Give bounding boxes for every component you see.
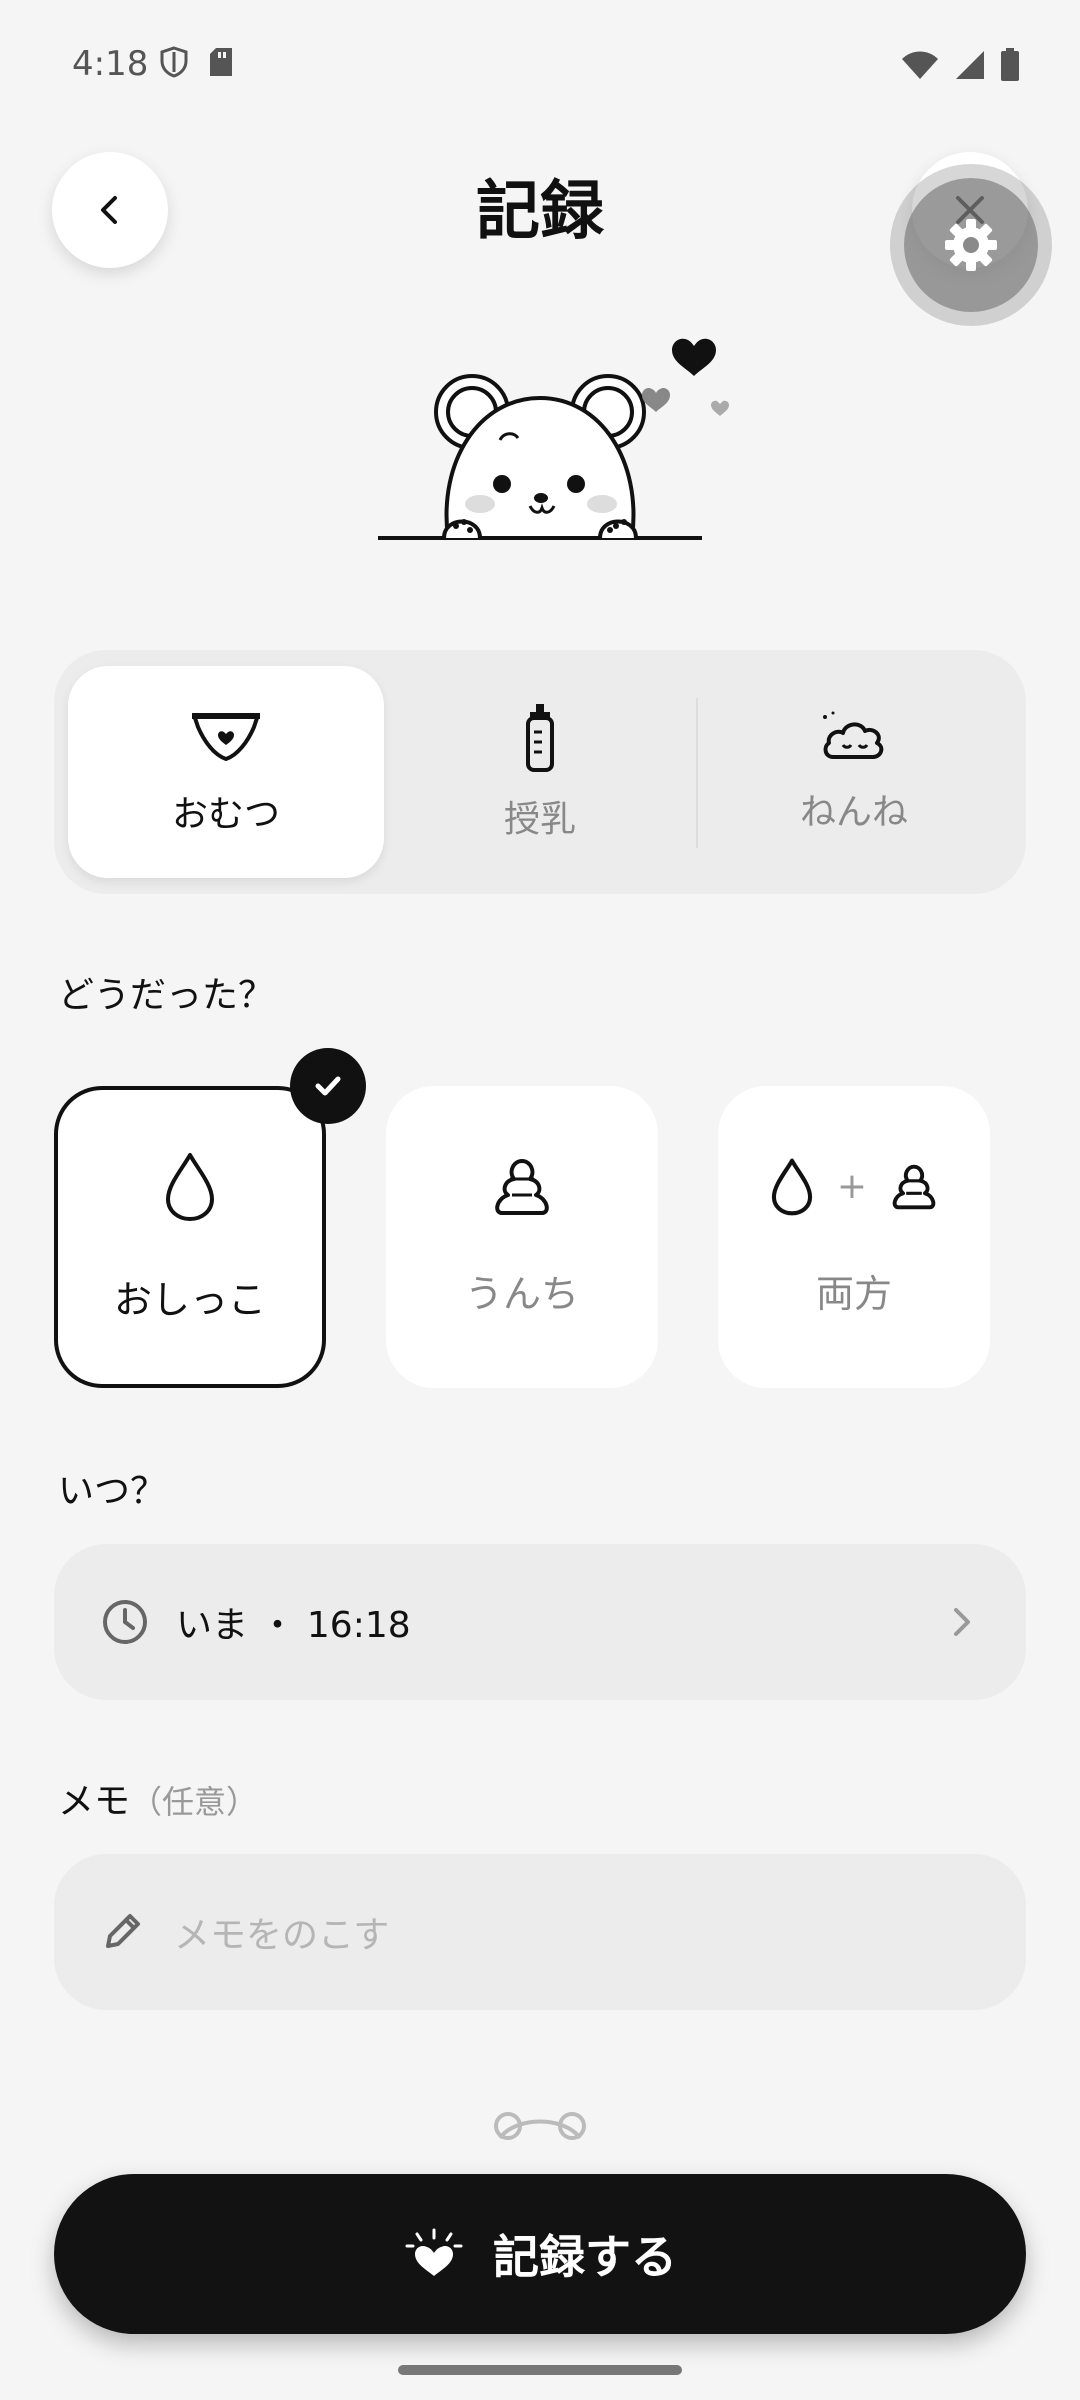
poop-icon [892,1164,936,1209]
tab-feeding-label: 授乳 [503,799,576,840]
bottle-icon [526,704,554,772]
memo-optional: （任意） [130,1783,259,1821]
sparkle-heart-icon [405,2228,463,2276]
check-icon [315,1076,341,1096]
heart-icon [711,400,729,416]
clock-icon [103,1600,147,1644]
record-button[interactable]: 記録する [54,2174,1026,2334]
battery-icon [1001,48,1019,81]
signal-icon [956,51,984,79]
memo-label: メモ（任意） [58,1772,258,1824]
status-left-icons [160,46,234,78]
pencil-icon [106,1914,140,1948]
tab-sleep-label: ねんね [799,792,908,833]
record-button-label: 記録する [493,2230,677,2284]
option-both-label: 両方 [815,1271,892,1316]
plus-sign: + [836,1166,868,1207]
time-picker[interactable]: いま ・ 16:18 [54,1544,1026,1700]
option-poop[interactable]: うんち [386,1086,658,1388]
bear-ears-decoration [494,2112,586,2140]
memo-placeholder: メモをのこす [174,1915,390,1956]
selected-check-badge [290,1048,366,1124]
home-indicator[interactable] [398,2365,682,2375]
both-icons: + [769,1157,939,1217]
option-pee-label: おしっこ [113,1277,266,1322]
option-pee[interactable]: おしっこ [54,1086,326,1388]
tab-diaper[interactable]: おむつ [68,666,384,878]
tab-sleep[interactable]: ねんね [696,666,1012,878]
sd-card-icon [210,48,232,76]
wifi-icon [902,51,938,79]
chevron-right-icon [954,1608,970,1636]
memo-label-text: メモ [58,1781,131,1822]
gear-icon [945,219,997,271]
heart-icon [672,338,716,376]
option-poop-label: うんち [464,1271,579,1316]
bear-illustration [378,338,729,540]
when-label: いつ？ [58,1471,167,1512]
diaper-icon [192,713,260,761]
drop-icon [166,1152,214,1221]
shield-icon [160,46,188,78]
drop-icon [771,1158,813,1215]
option-both[interactable]: + 両方 [718,1086,990,1388]
tab-diaper-label: おむつ [171,794,280,835]
status-right-icons [900,48,1020,82]
tab-feeding[interactable]: 授乳 [382,666,698,878]
time-value: いま ・ 16:18 [176,1605,411,1646]
how-label: どうだった？ [58,975,275,1016]
poop-icon [495,1158,549,1215]
status-time: 4:18 [72,44,149,84]
category-tabs: おむつ 授乳 ねんね [54,650,1026,894]
memo-input[interactable]: メモをのこす [54,1854,1026,2010]
settings-button[interactable] [904,178,1038,312]
sleep-cloud-icon [823,711,884,759]
heart-icon [642,387,670,412]
